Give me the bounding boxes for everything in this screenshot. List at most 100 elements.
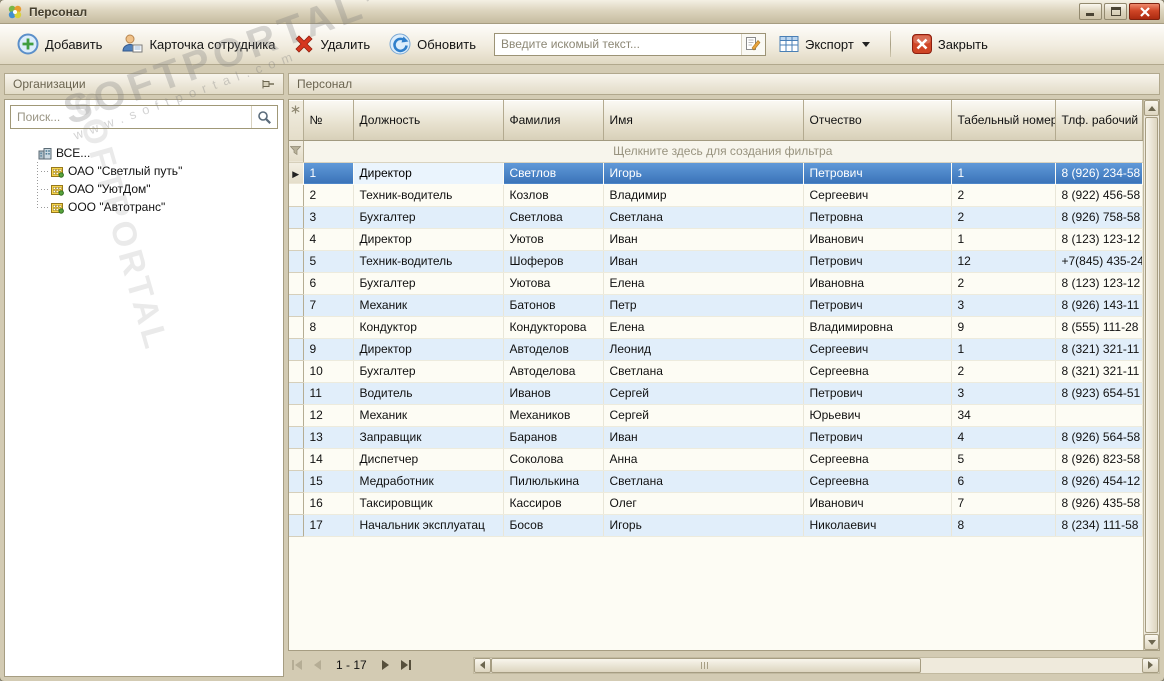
grid-cell[interactable]: 34	[951, 404, 1056, 427]
grid-cell[interactable]: Уютов	[503, 228, 604, 251]
grid-cell[interactable]: Уютова	[503, 272, 604, 295]
grid-row[interactable]: 14 Диспетчер Соколова Анна Сергеевна 5 8 (926)…	[289, 448, 1143, 471]
grid-cell[interactable]: Светлана	[603, 206, 804, 229]
grid-cell[interactable]: Пилюлькина	[503, 470, 604, 493]
grid-cell[interactable]: 3	[951, 382, 1056, 405]
grid-row[interactable]: 17 Начальник эксплуатац Босов Игорь Николаев…	[289, 514, 1143, 537]
refresh-button[interactable]: Обновить	[382, 29, 482, 59]
horizontal-scroll-thumb[interactable]	[490, 657, 921, 673]
grid-cell[interactable]: Таксировщик	[353, 492, 504, 515]
grid-cell[interactable]: 7	[303, 294, 354, 317]
employee-card-button[interactable]: Карточка сотрудника	[114, 29, 281, 59]
grid-cell[interactable]: Игорь	[603, 162, 804, 185]
grid-cell[interactable]: Иванович	[803, 492, 952, 515]
maximize-button[interactable]	[1104, 3, 1127, 20]
grid-cell[interactable]: Иванович	[803, 228, 952, 251]
grid-cell[interactable]: Олег	[603, 492, 804, 515]
grid-cell[interactable]: Бухгалтер	[353, 360, 504, 383]
next-record-button[interactable]	[377, 657, 395, 673]
filter-hint[interactable]: Щелкните здесь для создания фильтра	[303, 140, 1143, 163]
grid-row[interactable]: 11 Водитель Иванов Сергей Петрович 3 8 (923) 6…	[289, 382, 1143, 405]
grid-cell[interactable]: Игорь	[603, 514, 804, 537]
grid-cell[interactable]: Водитель	[353, 382, 504, 405]
grid-cell[interactable]: 9	[951, 316, 1056, 339]
grid-cell[interactable]: 8 (321) 321-11	[1055, 360, 1143, 383]
grid-cell[interactable]: Козлов	[503, 184, 604, 207]
grid-row[interactable]: 6 Бухгалтер Уютова Елена Ивановна 2 8 (123) 12…	[289, 272, 1143, 295]
grid-cell[interactable]: 8 (926) 823-58	[1055, 448, 1143, 471]
grid-row[interactable]: 12 Механик Механиков Сергей Юрьевич 34	[289, 404, 1143, 427]
grid-cell[interactable]: 11	[303, 382, 354, 405]
grid-cell[interactable]: 14	[303, 448, 354, 471]
grid-cell[interactable]: Сергеевич	[803, 338, 952, 361]
grid-cell[interactable]: Леонид	[603, 338, 804, 361]
grid-cell[interactable]: Сергеевич	[803, 184, 952, 207]
grid-cell[interactable]: 15	[303, 470, 354, 493]
close-button[interactable]: Закрыть	[905, 30, 994, 58]
grid-cell[interactable]: 1	[951, 338, 1056, 361]
grid-row[interactable]: 16 Таксировщик Кассиров Олег Иванович 7 8 (926…	[289, 492, 1143, 515]
grid-cell[interactable]: 8 (123) 123-12	[1055, 272, 1143, 295]
grid-cell[interactable]: Сергей	[603, 404, 804, 427]
grid-cell[interactable]: 9	[303, 338, 354, 361]
grid-cell[interactable]: 3	[303, 206, 354, 229]
grid-cell[interactable]: Механик	[353, 404, 504, 427]
grid-cell[interactable]: Директор	[353, 338, 504, 361]
grid-cell[interactable]: 8 (321) 321-11	[1055, 338, 1143, 361]
grid-cell[interactable]: Бухгалтер	[353, 272, 504, 295]
grid-cell[interactable]: 17	[303, 514, 354, 537]
grid-cell[interactable]: 10	[303, 360, 354, 383]
grid-cell[interactable]: 8 (926) 564-58	[1055, 426, 1143, 449]
grid-cell[interactable]: 12	[303, 404, 354, 427]
grid-cell[interactable]: 8 (926) 143-11	[1055, 294, 1143, 317]
grid-row[interactable]: 10 Бухгалтер Автоделова Светлана Сергеевна 2 8…	[289, 360, 1143, 383]
grid-cell[interactable]: 8 (926) 758-58	[1055, 206, 1143, 229]
grid-cell[interactable]: 5	[951, 448, 1056, 471]
grid-cell[interactable]: Сергей	[603, 382, 804, 405]
sidebar-search-input[interactable]	[11, 106, 251, 128]
delete-button[interactable]: Удалить	[287, 30, 376, 58]
grid-cell[interactable]: 6	[303, 272, 354, 295]
first-record-button[interactable]	[288, 657, 306, 673]
grid-cell[interactable]: Петрович	[803, 294, 952, 317]
grid-cell[interactable]: Заправщик	[353, 426, 504, 449]
grid-cell[interactable]: Ивановна	[803, 272, 952, 295]
tree-item-2[interactable]: ОАО "УютДом"	[9, 180, 279, 198]
grid-cell[interactable]: Механик	[353, 294, 504, 317]
grid-cell[interactable]: Бухгалтер	[353, 206, 504, 229]
grid-cell[interactable]: Светлова	[503, 206, 604, 229]
grid-cell[interactable]: 8 (922) 456-58	[1055, 184, 1143, 207]
grid-cell[interactable]: Босов	[503, 514, 604, 537]
grid-cell[interactable]	[1055, 404, 1143, 427]
grid-cell[interactable]: Петрович	[803, 162, 952, 185]
grid-cell[interactable]: 1	[951, 162, 1056, 185]
grid-cell[interactable]: 8 (234) 111-58	[1055, 514, 1143, 537]
grid-cell[interactable]: Автоделова	[503, 360, 604, 383]
grid-cell[interactable]: +7(845) 435-24	[1055, 250, 1143, 273]
scroll-right-icon[interactable]	[1142, 657, 1159, 673]
grid-row[interactable]: 9 Директор Автоделов Леонид Сергеевич 1 8 (321…	[289, 338, 1143, 361]
grid-cell[interactable]: Сергеевна	[803, 448, 952, 471]
grid-row[interactable]: 3 Бухгалтер Светлова Светлана Петровна 2 8 (92…	[289, 206, 1143, 229]
grid-cell[interactable]: Директор	[353, 228, 504, 251]
add-button[interactable]: Добавить	[10, 29, 108, 59]
grid-cell[interactable]: Сергеевна	[803, 360, 952, 383]
grid-cell[interactable]: 12	[951, 250, 1056, 273]
titlebar[interactable]: Персонал	[0, 0, 1164, 24]
grid-cell[interactable]: 8	[303, 316, 354, 339]
tree-item-1[interactable]: ОАО "Светлый путь"	[9, 162, 279, 180]
scroll-left-icon[interactable]	[473, 657, 491, 673]
grid-cell[interactable]: Владимировна	[803, 316, 952, 339]
grid-cell[interactable]: 8 (926) 435-58	[1055, 492, 1143, 515]
grid-cell[interactable]: 8 (123) 123-12	[1055, 228, 1143, 251]
search-input[interactable]	[494, 33, 741, 55]
grid-cell[interactable]: Юрьевич	[803, 404, 952, 427]
grid-cell[interactable]: 5	[303, 250, 354, 273]
grid-row[interactable]: ▶ 1 Директор Светлов Игорь Петрович 1 8 (926) 2…	[289, 162, 1143, 185]
horizontal-scroll-track[interactable]	[490, 657, 1142, 673]
grid-cell[interactable]: Петрович	[803, 250, 952, 273]
grid-cell[interactable]: Диспетчер	[353, 448, 504, 471]
grid-cell[interactable]: Кондукторова	[503, 316, 604, 339]
grid-cell[interactable]: Иван	[603, 250, 804, 273]
grid-cell[interactable]: Иван	[603, 426, 804, 449]
